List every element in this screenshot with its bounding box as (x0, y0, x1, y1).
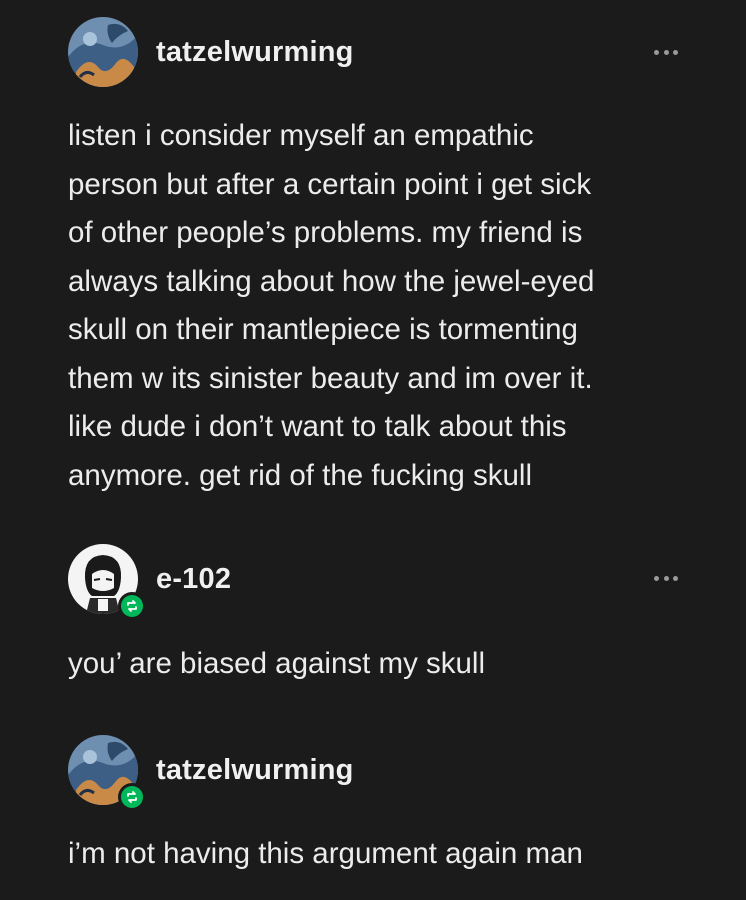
post-header: e-102 (68, 543, 231, 620)
reblog-icon (127, 600, 137, 612)
reblog-icon (127, 791, 137, 803)
dragon-avatar-icon (68, 17, 138, 87)
more-options-icon[interactable] (654, 573, 678, 583)
username[interactable]: tatzelwurming (156, 36, 354, 69)
avatar[interactable] (68, 17, 138, 87)
reblog-badge (118, 592, 146, 620)
post-header: tatzelwurming (68, 16, 354, 88)
username[interactable]: e-102 (156, 563, 231, 596)
username[interactable]: tatzelwurming (156, 754, 354, 787)
post-text: you’ are biased against my skull (68, 647, 486, 680)
post-header: tatzelwurming (68, 734, 354, 811)
avatar[interactable] (68, 735, 146, 811)
post-2: e-102 you’ are biased against my skull (0, 530, 746, 700)
avatar[interactable] (68, 544, 146, 620)
post-text: i’m not having this argument again man (68, 837, 583, 870)
post-text: listen i consider myself an empathic per… (68, 119, 595, 492)
more-options-icon[interactable] (654, 47, 678, 57)
reblog-badge (118, 783, 146, 811)
post-3: tatzelwurming i’m not having this argume… (0, 720, 746, 900)
post-1: tatzelwurming listen i consider myself a… (0, 0, 746, 520)
